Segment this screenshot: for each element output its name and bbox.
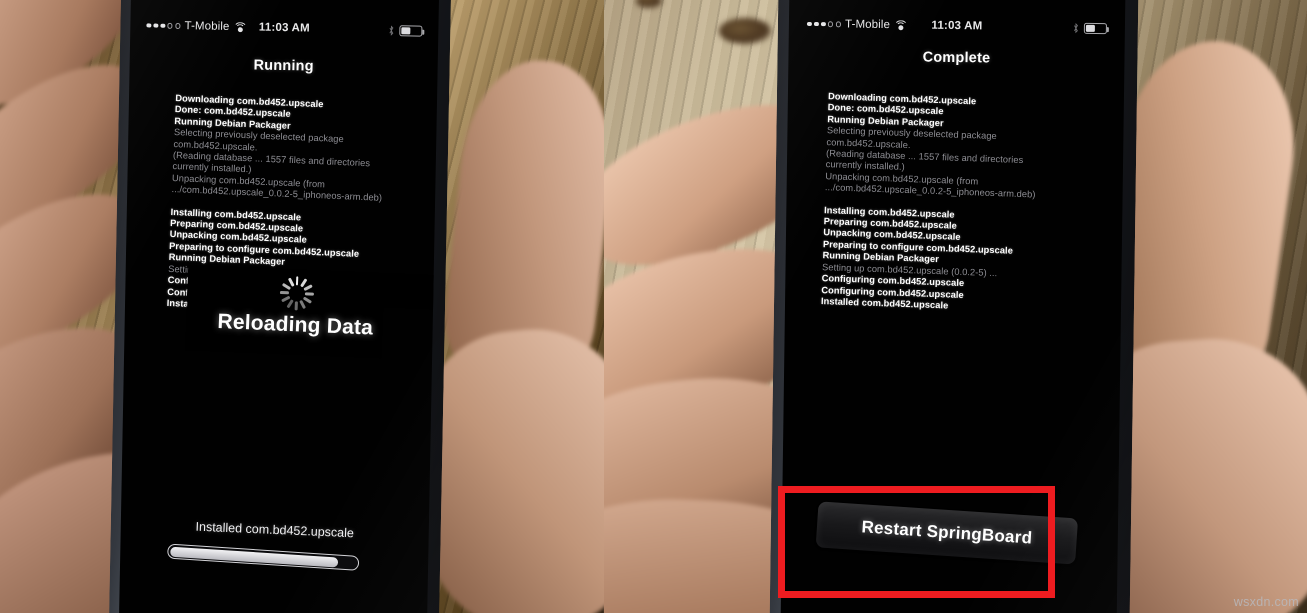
annotation-highlight-box	[778, 486, 1055, 598]
page-title: Running	[253, 57, 314, 75]
wifi-icon	[232, 22, 248, 37]
loading-spinner-icon	[279, 276, 314, 311]
progress-bar	[166, 543, 360, 571]
bluetooth-icon	[1074, 22, 1078, 33]
carrier-label: T-Mobile	[184, 20, 230, 33]
iphone-device-left: T-Mobile 11:03 AM Running Downloading co…	[108, 0, 452, 613]
screenshot-stage: T-Mobile 11:03 AM Running Downloading co…	[0, 0, 1307, 613]
status-bar-clock: 11:03 AM	[258, 21, 311, 35]
status-bar: T-Mobile 11:03 AM	[130, 19, 438, 37]
bluetooth-icon	[389, 24, 394, 36]
bottom-status-label: Installed com.bd452.upscale	[195, 519, 355, 541]
status-bar-right	[388, 24, 423, 37]
signal-strength-icon	[146, 23, 181, 29]
signal-strength-icon	[806, 21, 842, 27]
watermark-label: wsxdn.com	[1233, 595, 1299, 609]
wood-knot	[719, 18, 771, 44]
status-bar-clock: 11:03 AM	[931, 19, 983, 33]
status-bar-left: T-Mobile	[806, 18, 908, 35]
wifi-icon	[893, 20, 908, 35]
page-title: Complete	[922, 49, 991, 67]
status-bar-right	[1073, 22, 1107, 34]
right-screenshot-panel: T-Mobile 11:03 AM Complete Downloading c…	[604, 0, 1307, 613]
battery-icon	[1083, 22, 1107, 34]
status-bar: T-Mobile 11:03 AM	[789, 18, 1125, 35]
status-bar-left: T-Mobile	[146, 19, 248, 37]
install-log-right: Downloading com.bd452.upscale Done: com.…	[821, 91, 1120, 317]
reloading-data-overlay: Reloading Data	[180, 272, 412, 343]
battery-icon	[399, 24, 423, 37]
phone-screen-left: T-Mobile 11:03 AM Running Downloading co…	[118, 0, 439, 613]
left-screenshot-panel: T-Mobile 11:03 AM Running Downloading co…	[0, 0, 604, 613]
carrier-label: T-Mobile	[845, 18, 891, 32]
